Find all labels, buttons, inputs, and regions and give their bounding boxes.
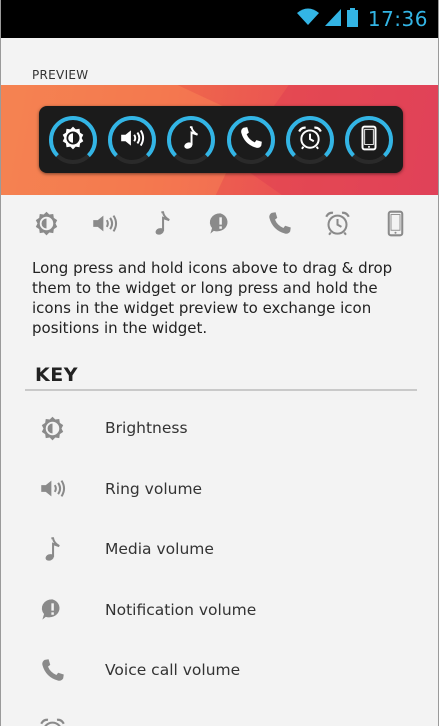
music-note-icon — [178, 125, 204, 155]
speaker-icon — [119, 125, 145, 155]
key-item: Media volume — [1, 519, 438, 580]
widget-button-voice-call-volume[interactable] — [225, 114, 277, 166]
status-bar: 17:36 — [1, 0, 438, 38]
speaker-icon[interactable] — [89, 208, 119, 238]
notification-icon[interactable] — [206, 208, 236, 238]
wifi-icon — [296, 8, 319, 30]
speaker-icon — [37, 474, 67, 504]
phone-icon — [37, 655, 67, 685]
alarm-clock-icon — [37, 716, 67, 726]
key-item: Ring volume — [1, 459, 438, 520]
brightness-icon[interactable] — [31, 208, 61, 238]
key-item-label: Notification volume — [105, 600, 257, 619]
key-item-label: Brightness — [105, 419, 188, 438]
draggable-icon-row — [31, 203, 411, 243]
signal-icon — [324, 8, 341, 30]
key-list: Brightness Ring volume Media volume Noti… — [1, 398, 438, 726]
key-item: Brightness — [1, 398, 438, 459]
status-time: 17:36 — [367, 7, 428, 31]
music-note-icon — [37, 534, 67, 564]
phone-device-icon[interactable] — [381, 208, 411, 238]
key-item-label: Ring volume — [105, 479, 203, 498]
phone-icon — [238, 125, 264, 155]
key-item-label: Voice call volume — [105, 661, 241, 680]
widget-button-media-volume[interactable] — [165, 114, 217, 166]
widget-button-device[interactable] — [343, 114, 395, 166]
phone-icon[interactable] — [264, 208, 294, 238]
app-screen: 17:36 PREVIEW Long press and hold icons … — [0, 0, 439, 726]
preview-label: PREVIEW — [32, 68, 89, 82]
battery-icon — [346, 7, 358, 31]
key-divider — [25, 389, 417, 391]
phone-device-icon — [356, 125, 382, 155]
key-title: KEY — [35, 364, 78, 386]
widget-button-brightness[interactable] — [47, 114, 99, 166]
notification-icon — [37, 595, 67, 625]
alarm-clock-icon — [297, 125, 323, 155]
key-item-label: Media volume — [105, 540, 214, 559]
widget-button-alarm-volume[interactable] — [284, 114, 336, 166]
music-note-icon[interactable] — [148, 208, 178, 238]
key-item — [1, 701, 438, 726]
key-item: Voice call volume — [1, 640, 438, 701]
widget-preview — [39, 106, 403, 173]
widget-button-ring-volume[interactable] — [106, 114, 158, 166]
alarm-clock-icon[interactable] — [323, 208, 353, 238]
instructions-text: Long press and hold icons above to drag … — [32, 259, 393, 337]
key-item: Notification volume — [1, 580, 438, 641]
brightness-icon — [37, 413, 67, 443]
brightness-icon — [60, 125, 86, 155]
